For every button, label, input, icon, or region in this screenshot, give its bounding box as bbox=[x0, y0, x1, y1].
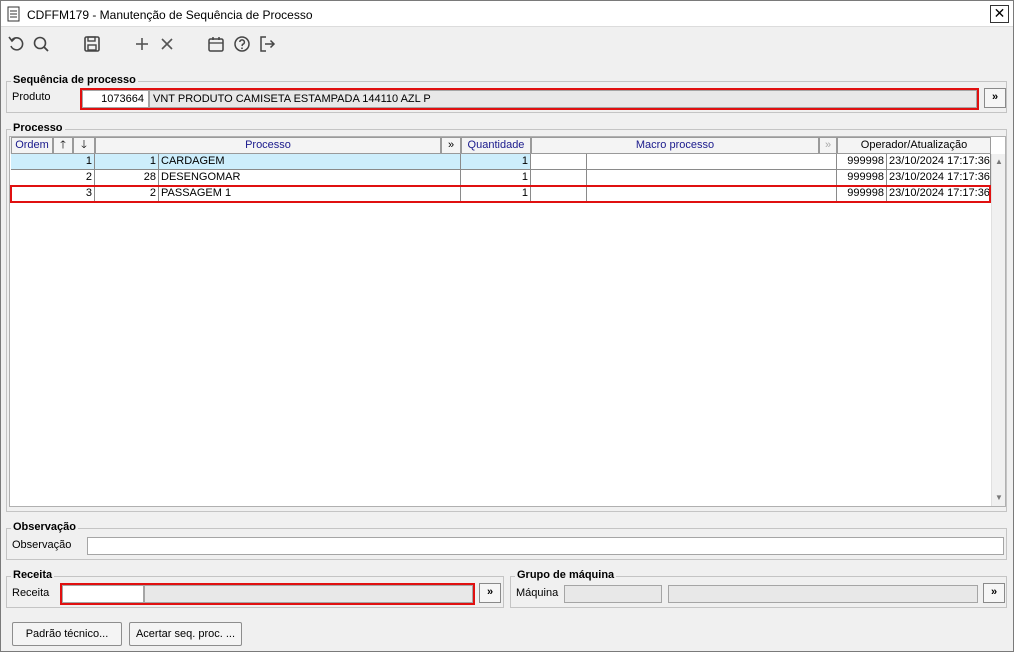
header-quantidade[interactable]: Quantidade bbox=[461, 137, 531, 154]
arrow-up-icon: 🡑 bbox=[60, 139, 66, 151]
move-down-button[interactable]: 🡓 bbox=[73, 137, 95, 154]
double-chevron-icon: » bbox=[990, 586, 998, 598]
produto-label: Produto bbox=[12, 91, 51, 103]
arrow-down-icon: 🡓 bbox=[81, 139, 87, 151]
cell-operador[interactable]: 999998 bbox=[837, 154, 887, 170]
close-icon: ✕ bbox=[993, 5, 1006, 21]
table-row[interactable]: 2 28 DESENGOMAR 1 999998 23/10/2024 17:17:36 bbox=[10, 170, 991, 186]
undo-icon[interactable] bbox=[7, 34, 27, 54]
move-up-button[interactable]: 🡑 bbox=[53, 137, 73, 154]
main-window: CDFFM179 - Manutenção de Sequência de Pr… bbox=[0, 0, 1014, 652]
help-icon[interactable] bbox=[232, 34, 252, 54]
grid-header: Ordem 🡑 🡓 Processo » Quantidade Macro pr… bbox=[10, 137, 991, 154]
expand-columns-button[interactable]: » bbox=[441, 137, 461, 154]
window-title: CDFFM179 - Manutenção de Sequência de Pr… bbox=[27, 8, 313, 22]
cell-macro-desc[interactable] bbox=[587, 170, 837, 186]
table-row[interactable]: 1 1 CARDAGEM 1 999998 23/10/2024 17:17:36 bbox=[10, 154, 991, 170]
receita-legend: Receita bbox=[11, 569, 55, 581]
cell-macro-desc[interactable] bbox=[587, 154, 837, 170]
sequencia-legend: Sequência de processo bbox=[11, 74, 138, 86]
double-chevron-icon: » bbox=[824, 139, 832, 151]
acertar-seq-button[interactable]: Acertar seq. proc. ... bbox=[129, 622, 242, 646]
maquina-desc-field bbox=[668, 585, 978, 603]
observacao-input[interactable] bbox=[87, 537, 1004, 555]
produto-highlight bbox=[80, 88, 979, 110]
cell-ordem[interactable]: 1 bbox=[11, 154, 95, 170]
document-icon bbox=[7, 6, 21, 22]
cell-codigo[interactable]: 28 bbox=[95, 170, 159, 186]
processo-grid: Ordem 🡑 🡓 Processo » Quantidade Macro pr… bbox=[9, 136, 1006, 507]
macro-expand-button[interactable]: » bbox=[819, 137, 837, 154]
cell-codigo[interactable]: 1 bbox=[95, 154, 159, 170]
row-highlight bbox=[10, 185, 991, 203]
double-chevron-icon: » bbox=[991, 91, 999, 103]
receita-lookup-button[interactable]: » bbox=[479, 583, 501, 603]
padrao-tecnico-button[interactable]: Padrão técnico... bbox=[12, 622, 122, 646]
save-icon[interactable] bbox=[82, 34, 102, 54]
maquina-lookup-button[interactable]: » bbox=[983, 583, 1005, 603]
header-operador[interactable]: Operador/Atualização bbox=[837, 137, 991, 154]
cell-macro-code[interactable] bbox=[531, 170, 587, 186]
receita-highlight bbox=[60, 583, 475, 605]
cell-processo[interactable]: DESENGOMAR bbox=[159, 170, 461, 186]
add-icon[interactable] bbox=[132, 34, 152, 54]
double-chevron-icon: » bbox=[486, 586, 494, 598]
exit-icon[interactable] bbox=[257, 34, 277, 54]
header-processo[interactable]: Processo bbox=[95, 137, 441, 154]
processo-legend: Processo bbox=[11, 122, 65, 134]
produto-lookup-button[interactable]: » bbox=[984, 88, 1006, 108]
header-ordem[interactable]: Ordem bbox=[11, 137, 53, 154]
scroll-up-icon[interactable]: ▲ bbox=[993, 155, 1005, 169]
observacao-label: Observação bbox=[12, 539, 72, 551]
toolbar bbox=[1, 28, 1013, 64]
scroll-down-icon[interactable]: ▼ bbox=[993, 491, 1005, 505]
maquina-code-field[interactable] bbox=[564, 585, 662, 603]
delete-icon[interactable] bbox=[157, 34, 177, 54]
title-bar: CDFFM179 - Manutenção de Sequência de Pr… bbox=[1, 1, 1013, 27]
cell-data[interactable]: 23/10/2024 17:17:36 bbox=[887, 154, 991, 170]
cell-operador[interactable]: 999998 bbox=[837, 170, 887, 186]
calendar-icon[interactable] bbox=[206, 34, 226, 54]
receita-label: Receita bbox=[12, 587, 50, 599]
double-chevron-icon: » bbox=[447, 139, 455, 151]
maquina-label: Máquina bbox=[516, 587, 559, 599]
cell-processo[interactable]: CARDAGEM bbox=[159, 154, 461, 170]
grid-scrollbar[interactable]: ▲ ▼ bbox=[991, 154, 1005, 506]
cell-quantidade[interactable]: 1 bbox=[461, 154, 531, 170]
cell-macro-code[interactable] bbox=[531, 154, 587, 170]
observacao-legend: Observação bbox=[11, 521, 78, 533]
cell-ordem[interactable]: 2 bbox=[11, 170, 95, 186]
cell-quantidade[interactable]: 1 bbox=[461, 170, 531, 186]
grupo-maquina-legend: Grupo de máquina bbox=[515, 569, 617, 581]
search-icon[interactable] bbox=[31, 34, 51, 54]
cell-data[interactable]: 23/10/2024 17:17:36 bbox=[887, 170, 991, 186]
header-macro-processo[interactable]: Macro processo bbox=[531, 137, 819, 154]
close-button[interactable]: ✕ bbox=[990, 5, 1009, 23]
